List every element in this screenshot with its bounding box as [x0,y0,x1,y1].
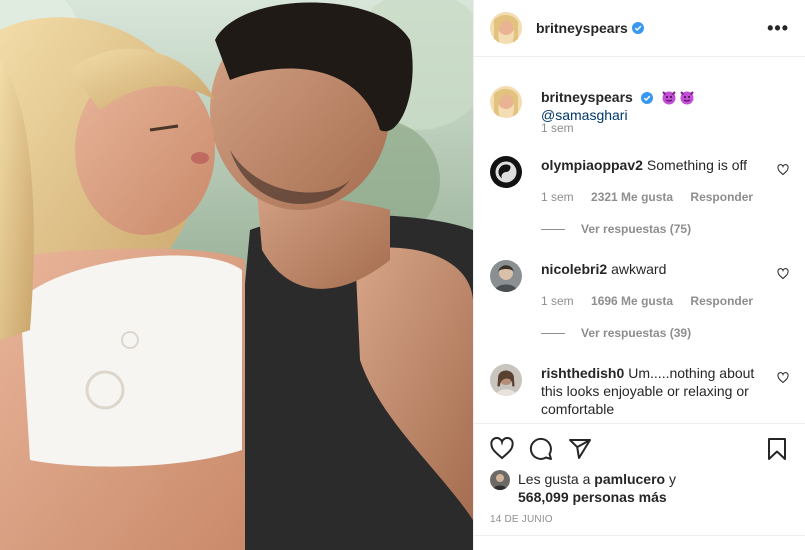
more-icon[interactable]: ••• [767,18,789,39]
author-username[interactable]: britneyspears [536,20,628,36]
reply-button[interactable]: Responder [690,294,753,308]
photo-illustration [0,0,473,550]
comment-time[interactable]: 1 sem [541,294,574,308]
comment-icon[interactable] [529,437,553,461]
likes-summary: Les gusta a pamlucero y 568,099 personas… [490,470,789,506]
devil-emoji [662,91,676,105]
liker-avatar[interactable] [490,470,510,490]
likes-conjunction: y [668,471,676,487]
comment-body: Something is off [646,157,748,173]
comment-username[interactable]: rishthedish0 [541,365,624,381]
liker-username[interactable]: pamlucero [594,471,665,487]
add-comment-bar[interactable] [474,535,805,550]
commenter-avatar[interactable] [490,260,522,292]
comment-item: nicolebri2 awkward 1 sem 1696 Me gusta Re… [490,260,789,350]
comment-username[interactable]: nicolebri2 [541,261,607,277]
comment-item: olympiaoppav2 Something is off 1 sem 2321… [490,156,789,246]
replies-line [541,332,565,334]
devil-emoji [680,91,694,105]
comment-text: nicolebri2 awkward [541,260,759,278]
post-caption: britneyspears @samasghari 1 sem [490,86,789,136]
commenter-avatar[interactable] [490,364,522,396]
likes-count[interactable]: 568,099 personas más [518,489,667,505]
heart-icon[interactable] [777,164,789,176]
likes-text: Les gusta a pamlucero y 568,099 personas… [518,470,789,506]
post-view: britneyspears ••• britneyspears @samasgh… [0,0,805,550]
comment-item: rishthedish0 Um.....nothing about this lo… [490,364,789,422]
comment-likes[interactable]: 1696 Me gusta [591,294,673,308]
likes-prefix: Les gusta a [518,471,591,487]
comment-meta: 1 sem 2321 Me gusta Responder [541,190,767,204]
verified-icon [640,92,653,105]
comment-text: olympiaoppav2 Something is off [541,156,759,174]
author-avatar[interactable] [490,12,522,44]
post-panel: britneyspears ••• britneyspears @samasgh… [473,0,805,550]
view-replies-label: Ver respuestas (75) [581,222,692,236]
view-replies-label: Ver respuestas (39) [581,326,692,340]
caption-username[interactable]: britneyspears [541,89,633,105]
view-replies[interactable]: Ver respuestas (75) [541,222,691,236]
comment-username[interactable]: olympiaoppav2 [541,157,643,173]
commenter-avatar[interactable] [490,156,522,188]
replies-line [541,228,565,230]
caption-time[interactable]: 1 sem [541,121,574,135]
caption-text: britneyspears @samasghari [541,88,759,124]
comment-text: rishthedish0 Um.....nothing about this lo… [541,364,759,418]
heart-icon[interactable] [490,436,514,461]
comment-meta: 1 sem 1696 Me gusta Responder [541,294,767,308]
comments-list[interactable]: britneyspears @samasghari 1 sem olympiao… [474,70,805,422]
post-date[interactable]: 14 DE JUNIO [490,514,553,525]
action-bar [474,423,805,473]
save-icon[interactable] [765,437,789,461]
comment-likes[interactable]: 2321 Me gusta [591,190,673,204]
comment-body: awkward [611,261,667,277]
heart-icon[interactable] [777,372,789,384]
verified-icon [631,22,644,34]
post-header: britneyspears ••• [474,0,805,57]
author-avatar[interactable] [490,86,522,118]
share-icon[interactable] [568,437,592,461]
post-photo[interactable] [0,0,473,550]
reply-button[interactable]: Responder [690,190,753,204]
view-replies[interactable]: Ver respuestas (39) [541,326,691,340]
caption-meta: 1 sem [541,121,588,135]
heart-icon[interactable] [777,268,789,280]
comment-time[interactable]: 1 sem [541,190,574,204]
